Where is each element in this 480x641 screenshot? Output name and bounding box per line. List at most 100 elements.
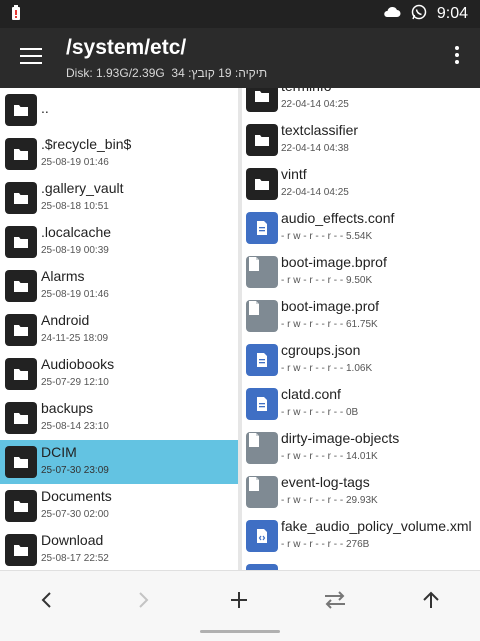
- folder-icon: [5, 358, 37, 390]
- right-list-item-meta: - r w - r - - r - - 0B: [281, 407, 359, 418]
- left-list-item-row[interactable]: Download 25-08-17 22:52: [0, 528, 238, 570]
- left-list-item-row[interactable]: .gallery_vault 25-08-18 10:51: [0, 176, 238, 220]
- whatsapp-icon: [411, 4, 427, 25]
- document-icon: [246, 344, 278, 376]
- left-list-item-meta: 24-11-25 18:09: [41, 333, 109, 344]
- folder-icon: [5, 94, 37, 126]
- left-list-item-row[interactable]: backups 25-08-14 23:10: [0, 396, 238, 440]
- right-list-item-row[interactable]: dirty-image-objects - r w - r - - r - - 1…: [242, 426, 480, 470]
- cloud-icon: [383, 5, 401, 23]
- left-list-item-meta: 25-08-19 01:46: [41, 157, 109, 168]
- folder-icon: [246, 124, 278, 156]
- left-list-item-row[interactable]: DCIM 25-07-30 23:09: [0, 440, 238, 484]
- folder-icon: [5, 446, 37, 478]
- left-list-item-name: backups: [41, 400, 94, 416]
- left-list-item-meta: 25-08-19 01:46: [41, 289, 109, 300]
- left-list-item-meta: 25-08-14 23:10: [41, 421, 109, 432]
- right-list-item-meta: - r w - r - - r - - 29.93K: [281, 495, 378, 506]
- right-list-item-name: fake_audio_policy_volume.xml: [281, 518, 472, 534]
- right-list-item-name: dirty-image-objects: [281, 430, 400, 446]
- right-list-item-meta: - r w - r - - r - - 61.75K: [281, 319, 378, 330]
- left-list-item-name: Alarms: [41, 268, 85, 284]
- left-file-pane[interactable]: .. .$recycle_bin$ 25-08-19 01:46 .gallery_v…: [0, 88, 238, 570]
- folder-icon: [5, 402, 37, 434]
- home-indicator[interactable]: [200, 630, 280, 633]
- right-list-item-name: textclassifier: [281, 122, 359, 138]
- folder-icon: [5, 534, 37, 566]
- right-list-item-name: boot-image.prof: [281, 298, 380, 314]
- right-list-item-row[interactable]: clatd.conf - r w - r - - r - - 0B: [242, 382, 480, 426]
- file-icon: [246, 256, 278, 288]
- folder-icon: [5, 270, 37, 302]
- left-list-item-name: .localcache: [41, 224, 112, 240]
- right-list-item-row[interactable]: cgroups.json - r w - r - - r - - 1.06K: [242, 338, 480, 382]
- file-icon: [246, 300, 278, 332]
- left-list-item-meta: 25-07-29 12:10: [41, 377, 109, 388]
- left-list-item-name: ..: [41, 100, 49, 116]
- right-list-item-meta: - r w - r - - r - - 9.50K: [281, 275, 373, 286]
- left-list-item-name: .gallery_vault: [41, 180, 124, 196]
- left-list-item-name: Download: [41, 532, 104, 548]
- left-list-item-row[interactable]: Documents 25-07-30 02:00: [0, 484, 238, 528]
- right-list-item-name: event-log-tags: [281, 474, 370, 490]
- disk-info: Disk: 1.93G/2.39G תיקיה: 19 קובץ: 34: [66, 66, 267, 80]
- forward-arrow-icon[interactable]: [128, 585, 158, 615]
- right-list-item-name: terminfo: [281, 88, 332, 94]
- left-list-item-meta: 25-08-19 00:39: [41, 245, 109, 256]
- right-list-item-name: clatd.conf: [281, 386, 341, 402]
- current-path: /system/etc/: [66, 36, 187, 59]
- right-list-item-row[interactable]: boot-image.prof - r w - r - - r - - 61.75…: [242, 294, 480, 338]
- left-list-item-row[interactable]: ..: [0, 88, 238, 132]
- back-arrow-icon[interactable]: [32, 585, 62, 615]
- document-icon: [246, 212, 278, 244]
- right-list-item-row[interactable]: vintf 22-04-14 04:25: [242, 162, 480, 206]
- folder-icon: [5, 490, 37, 522]
- file-icon: [246, 476, 278, 508]
- up-arrow-icon[interactable]: [416, 585, 446, 615]
- left-list-item-row[interactable]: .localcache 25-08-19 00:39: [0, 220, 238, 264]
- document-icon: [246, 388, 278, 420]
- app-bar: /system/etc/ Disk: 1.93G/2.39G תיקיה: 19…: [0, 28, 480, 88]
- left-list-item-row[interactable]: .$recycle_bin$ 25-08-19 01:46: [0, 132, 238, 176]
- right-list-item-meta: - r w - r - - r - - 14.01K: [281, 451, 378, 462]
- left-list-item-name: Android: [41, 312, 90, 328]
- code-file-icon: [246, 520, 278, 552]
- right-list-item-name: boot-image.bprof: [281, 254, 387, 270]
- right-file-pane[interactable]: terminfo 22-04-14 04:25 textclassifier 22-0…: [242, 88, 480, 570]
- left-list-item-meta: 25-07-30 23:09: [41, 465, 109, 476]
- right-list-item-meta: - r w - r - - r - - 276B: [281, 539, 370, 550]
- right-list-item-row[interactable]: terminfo 22-04-14 04:25: [242, 88, 480, 118]
- right-list-item-row[interactable]: fonts.xml: [242, 558, 480, 570]
- right-list-item-meta: 22-04-14 04:25: [281, 99, 349, 110]
- left-list-item-row[interactable]: Alarms 25-08-19 01:46: [0, 264, 238, 308]
- right-list-item-meta: 22-04-14 04:25: [281, 187, 349, 198]
- hamburger-menu-icon[interactable]: [20, 48, 42, 66]
- right-list-item-row[interactable]: textclassifier 22-04-14 04:38: [242, 118, 480, 162]
- right-list-item-row[interactable]: boot-image.bprof - r w - r - - r - - 9.50…: [242, 250, 480, 294]
- overflow-menu-icon[interactable]: [452, 46, 462, 70]
- battery-alert-icon: [10, 5, 22, 21]
- right-list-item-meta: - r w - r - - r - - 5.54K: [281, 231, 373, 242]
- right-list-item-name: audio_effects.conf: [281, 210, 395, 226]
- folder-icon: [246, 168, 278, 200]
- right-list-item-name: vintf: [281, 166, 307, 182]
- left-list-item-meta: 25-07-30 02:00: [41, 509, 109, 520]
- folder-icon: [5, 182, 37, 214]
- right-list-item-meta: 22-04-14 04:38: [281, 143, 349, 154]
- right-list-item-row[interactable]: event-log-tags - r w - r - - r - - 29.93K: [242, 470, 480, 514]
- left-list-item-row[interactable]: Audiobooks 25-07-29 12:10: [0, 352, 238, 396]
- right-list-item-row[interactable]: fake_audio_policy_volume.xml - r w - r - …: [242, 514, 480, 558]
- left-list-item-row[interactable]: Android 24-11-25 18:09: [0, 308, 238, 352]
- folder-icon: [5, 226, 37, 258]
- left-list-item-name: Audiobooks: [41, 356, 115, 372]
- right-list-item-name: cgroups.json: [281, 342, 361, 358]
- left-list-item-name: Documents: [41, 488, 112, 504]
- add-icon[interactable]: [224, 585, 254, 615]
- clock-time: 9:04: [436, 5, 468, 22]
- right-list-item-row[interactable]: audio_effects.conf - r w - r - - r - - 5.…: [242, 206, 480, 250]
- status-bar: 9:04: [0, 0, 480, 28]
- folder-icon: [5, 314, 37, 346]
- folder-icon: [246, 88, 278, 112]
- swap-icon[interactable]: [320, 585, 350, 615]
- left-list-item-meta: 25-08-17 22:52: [41, 553, 109, 564]
